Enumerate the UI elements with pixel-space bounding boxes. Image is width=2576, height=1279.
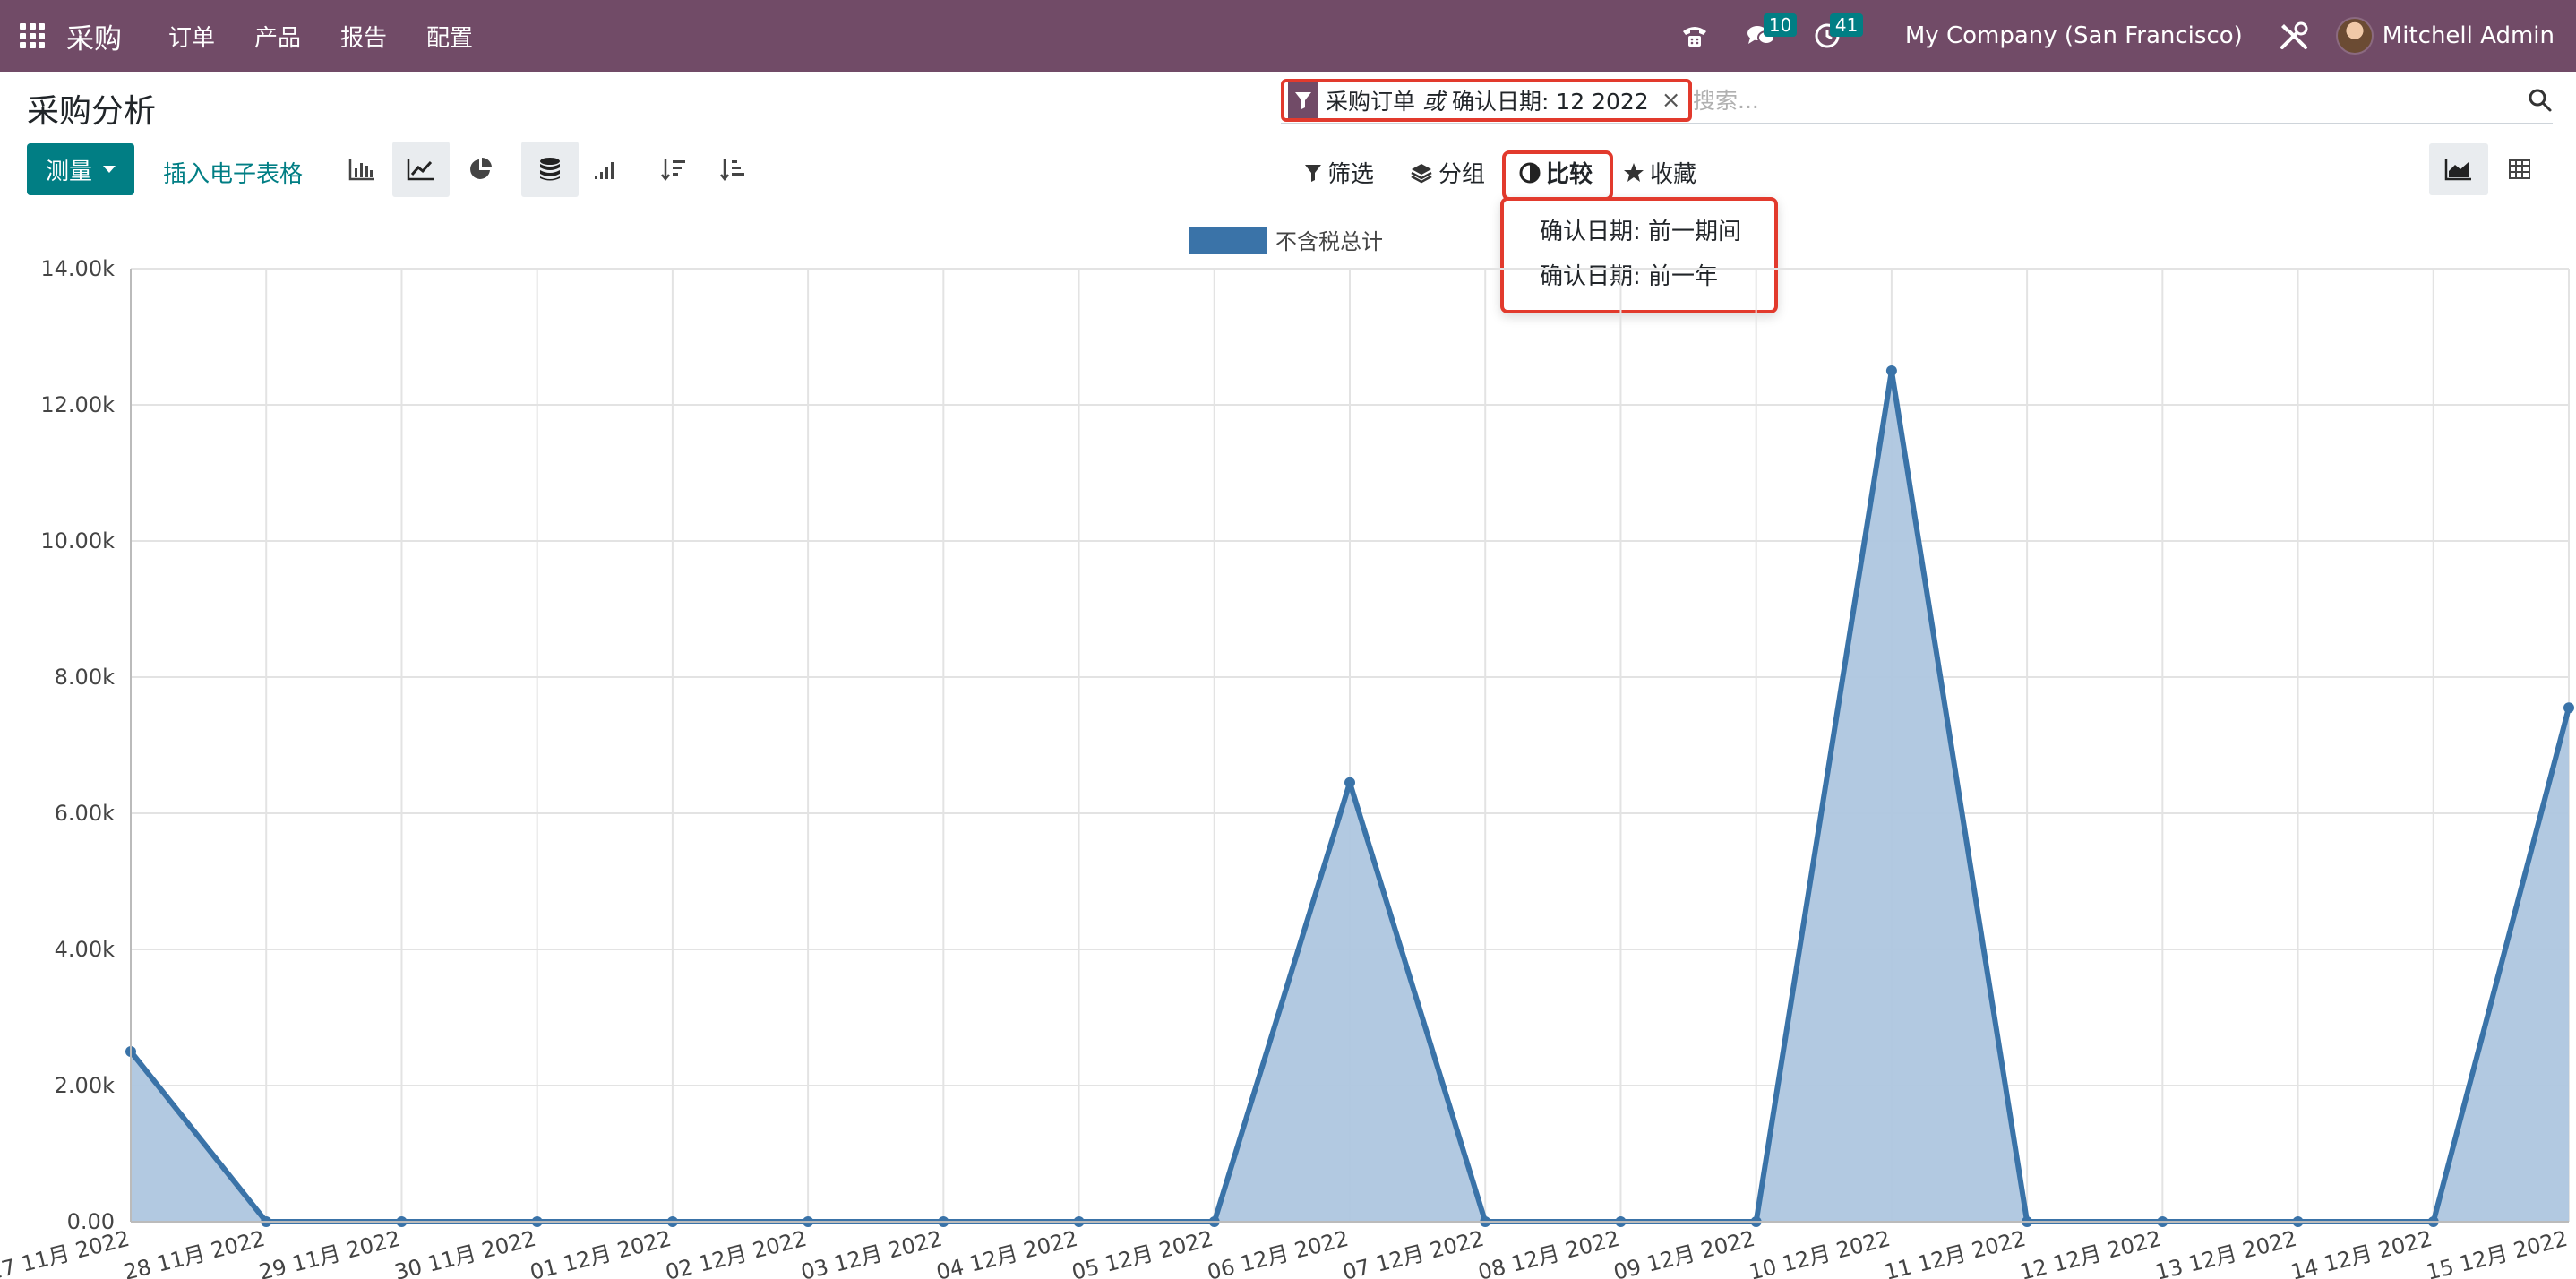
x-tick-label: 10 12月 2022 <box>1747 1226 1893 1279</box>
cumulative-button[interactable] <box>577 142 634 197</box>
menu-item-reporting[interactable]: 报告 <box>340 20 387 53</box>
messages-icon[interactable]: 10 <box>1746 13 1798 51</box>
sort-ascending-button[interactable] <box>704 142 761 197</box>
search-facet-filter[interactable]: 采购订单 或 确认日期: 12 2022 × <box>1281 79 1692 122</box>
pivot-view-button[interactable] <box>2490 143 2549 195</box>
x-tick-label: 29 11月 2022 <box>256 1226 402 1279</box>
stacked-button[interactable] <box>521 142 579 197</box>
filter-label: 筛选 <box>1327 161 1375 188</box>
x-tick-label: 15 12月 2022 <box>2424 1226 2570 1279</box>
user-avatar <box>2335 17 2374 55</box>
company-switcher[interactable]: My Company (San Francisco) <box>1905 22 2243 49</box>
y-tick-label: 6.00k <box>55 801 115 826</box>
x-tick-label: 07 12月 2022 <box>1340 1226 1486 1279</box>
menu-item-configuration[interactable]: 配置 <box>426 20 473 53</box>
main-menu: 订单 产品 报告 配置 <box>168 0 512 72</box>
y-tick-label: 12.00k <box>40 392 115 417</box>
filter-button[interactable]: 筛选 <box>1304 156 1374 189</box>
x-tick-label: 11 12月 2022 <box>1882 1226 2028 1279</box>
chart-legend[interactable]: 不含税总计 <box>1189 227 1383 254</box>
x-tick-label: 30 11月 2022 <box>392 1226 538 1279</box>
insert-spreadsheet-button[interactable]: 插入电子表格 <box>163 156 303 189</box>
measure-label: 测量 <box>45 158 92 185</box>
y-tick-label: 4.00k <box>55 937 115 962</box>
top-navbar: 采购 订单 产品 报告 配置 10 41 My Company (San Fra… <box>0 0 2576 72</box>
line-chart-button[interactable] <box>392 142 450 197</box>
bar-chart-icon <box>348 159 374 181</box>
compare-button[interactable]: 比较 <box>1519 156 1593 189</box>
x-tick-label: 06 12月 2022 <box>1205 1226 1351 1279</box>
menu-item-products[interactable]: 产品 <box>254 20 301 53</box>
app-brand[interactable]: 采购 <box>66 16 122 56</box>
group-by-label: 分组 <box>1438 161 1486 188</box>
activities-icon[interactable]: 41 <box>1812 13 1864 51</box>
filter-icon <box>1288 82 1318 118</box>
y-tick-label: 14.00k <box>40 256 115 281</box>
debug-tools-icon[interactable] <box>2279 21 2309 51</box>
favorites-button[interactable]: 收藏 <box>1623 156 1696 189</box>
y-tick-label: 10.00k <box>40 528 115 554</box>
navbar-systray: 10 41 My Company (San Francisco) Mitchel… <box>1679 0 2576 72</box>
activities-badge: 41 <box>1829 13 1864 37</box>
table-icon <box>2509 159 2530 179</box>
search-bar: 采购订单 或 确认日期: 12 2022 × <box>1281 79 2553 124</box>
bar-chart-button[interactable] <box>333 142 391 197</box>
y-tick-label: 2.00k <box>55 1073 115 1098</box>
pie-chart-icon <box>470 158 492 179</box>
data-point <box>1344 777 1355 788</box>
x-axis: 27 11月 202228 11月 202229 11月 202230 11月 … <box>0 1221 2570 1279</box>
data-point <box>2563 702 2574 714</box>
signal-bars-icon <box>595 162 614 179</box>
x-tick-label: 14 12月 2022 <box>2288 1226 2434 1279</box>
menu-item-orders[interactable]: 订单 <box>168 20 215 53</box>
facet-remove-icon[interactable]: × <box>1662 87 1681 114</box>
x-tick-label: 08 12月 2022 <box>1475 1226 1621 1279</box>
sort-ascending-icon <box>720 159 744 182</box>
graph-view-button[interactable] <box>2429 143 2488 195</box>
x-tick-label: 12 12月 2022 <box>2017 1226 2163 1279</box>
user-name: Mitchell Admin <box>2382 22 2555 49</box>
adjust-contrast-icon <box>1519 162 1541 183</box>
y-tick-label: 8.00k <box>55 665 115 690</box>
x-tick-label: 09 12月 2022 <box>1611 1226 1757 1279</box>
line-chart-icon <box>407 159 434 181</box>
sort-descending-icon <box>661 159 685 182</box>
x-tick-label: 05 12月 2022 <box>1069 1226 1215 1279</box>
search-input[interactable] <box>1693 84 2481 116</box>
data-point <box>1885 365 1897 376</box>
sort-descending-button[interactable] <box>645 142 702 197</box>
x-tick-label: 01 12月 2022 <box>528 1226 674 1279</box>
layers-icon <box>1411 163 1432 183</box>
x-tick-label: 13 12月 2022 <box>2153 1226 2299 1279</box>
messages-badge: 10 <box>1763 13 1798 37</box>
facet-value: 采购订单 或 确认日期: 12 2022 <box>1326 89 1649 115</box>
y-axis: 0.002.00k4.00k6.00k8.00k10.00k12.00k14.0… <box>40 256 132 1234</box>
measure-button[interactable]: 测量 <box>27 143 134 195</box>
x-tick-label: 04 12月 2022 <box>934 1226 1080 1279</box>
area-chart-icon <box>2444 159 2471 181</box>
page-title: 采购分析 <box>27 93 157 130</box>
x-tick-label: 28 11月 2022 <box>121 1226 267 1279</box>
pie-chart-button[interactable] <box>451 142 509 197</box>
filter-icon <box>1305 164 1321 182</box>
phone-icon[interactable] <box>1679 21 1710 51</box>
apps-menu-icon[interactable] <box>20 23 45 48</box>
favorites-label: 收藏 <box>1650 161 1697 188</box>
area-chart: 0.002.00k4.00k6.00k8.00k10.00k12.00k14.0… <box>0 227 2574 1279</box>
star-icon <box>1624 162 1644 182</box>
group-by-button[interactable]: 分组 <box>1410 156 1485 189</box>
x-tick-label: 03 12月 2022 <box>798 1226 944 1279</box>
legend-swatch <box>1189 227 1267 254</box>
database-stack-icon <box>540 158 560 181</box>
search-icon[interactable] <box>2528 88 2553 116</box>
x-tick-label: 02 12月 2022 <box>663 1226 809 1279</box>
caret-down-icon <box>103 166 116 173</box>
compare-label: 比较 <box>1546 161 1593 188</box>
legend-label: 不含税总计 <box>1275 229 1383 254</box>
user-menu[interactable]: Mitchell Admin <box>2335 17 2555 55</box>
